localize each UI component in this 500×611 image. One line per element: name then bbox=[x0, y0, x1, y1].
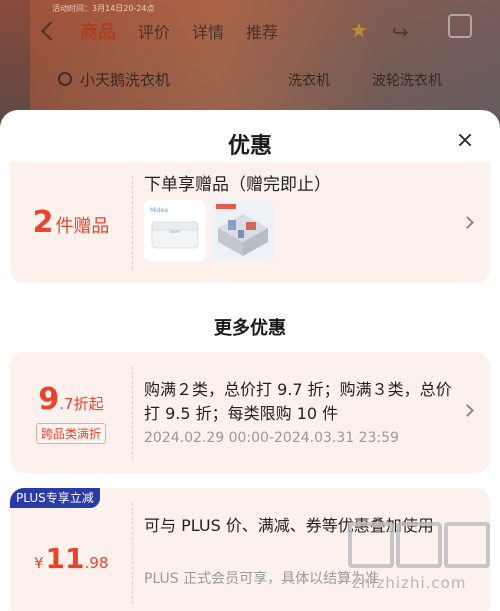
discount-time-range: 2024.02.29 00:00-2024.03.31 23:59 bbox=[144, 430, 399, 446]
tab-reviews[interactable]: 评价 bbox=[138, 19, 170, 43]
chevron-right-icon[interactable] bbox=[461, 404, 474, 417]
chevron-right-icon[interactable] bbox=[461, 216, 474, 229]
watermark-text: zhizhizhi.com bbox=[352, 574, 467, 592]
search-icon bbox=[58, 72, 72, 86]
tab-product[interactable]: 商品 bbox=[80, 18, 116, 44]
gift-count-suffix: 件赠品 bbox=[55, 216, 110, 237]
share-icon[interactable]: ↪ bbox=[392, 20, 409, 44]
sheet-title: 优惠 bbox=[227, 134, 272, 159]
watermark-glyph bbox=[444, 522, 490, 568]
card-divider bbox=[132, 366, 133, 459]
card-divider bbox=[132, 176, 133, 269]
svg-text:Midea: Midea bbox=[150, 207, 168, 214]
plus-badge: PLUS专享立减 bbox=[10, 488, 100, 508]
plus-note: PLUS 正式会员可享，具体以结算为准 bbox=[144, 571, 380, 587]
plus-price-decimal: .98 bbox=[84, 554, 109, 572]
watermark-glyph bbox=[396, 522, 442, 568]
chip-washer[interactable]: 洗衣机 bbox=[288, 70, 330, 90]
close-icon[interactable] bbox=[454, 130, 476, 152]
currency-symbol: ¥ bbox=[34, 554, 44, 572]
watermark-glyph bbox=[348, 522, 394, 568]
chip-top-load-washer[interactable]: 波轮洗衣机 bbox=[372, 70, 442, 90]
discount-promo-card[interactable]: 9 .7折起 跨品类满折 购满２类，总价打 9.7 折；购满３类，总价打 9.5… bbox=[10, 352, 490, 473]
discount-value-area: 9 .7折起 跨品类满折 bbox=[10, 352, 132, 473]
gift-title: 下单享赠品（赠完即止） bbox=[144, 175, 331, 195]
tab-recommend[interactable]: 推荐 bbox=[246, 19, 278, 43]
plus-price: ¥ 11 .98 bbox=[34, 542, 108, 575]
gift-count-number: 2 bbox=[32, 205, 54, 240]
watermark-logo: zhizhizhi.com bbox=[348, 522, 498, 611]
discount-description: 购满２类，总价打 9.7 折；购满３类，总价打 9.5 折；每类限购 10 件 bbox=[144, 380, 452, 423]
card-divider bbox=[132, 502, 133, 604]
back-arrow-icon[interactable] bbox=[41, 21, 61, 41]
cart-icon[interactable] bbox=[448, 14, 472, 38]
plus-price-number: 11 bbox=[45, 542, 85, 575]
discount-value-suffix: .7折起 bbox=[59, 394, 104, 413]
tab-details[interactable]: 详情 bbox=[192, 19, 224, 43]
activity-time-text: 活动时间：3月14日20-24点 bbox=[52, 4, 155, 13]
gift-promo-card[interactable]: 2 件赠品 下单享赠品（赠完即止） Midea bbox=[10, 162, 490, 283]
favorite-star-icon[interactable]: ★ bbox=[350, 18, 368, 42]
gift-thumbnail-room[interactable] bbox=[212, 200, 274, 262]
discount-tag: 跨品类满折 bbox=[35, 422, 106, 444]
top-nav: 商品 评价 详情 推荐 bbox=[0, 14, 500, 48]
discount-value-number: 9 bbox=[38, 381, 60, 417]
search-text: 小天鹅洗衣机 bbox=[80, 70, 171, 89]
gift-count-area: 2 件赠品 bbox=[10, 162, 132, 283]
gift-thumbnail-storage-box[interactable]: Midea bbox=[144, 200, 206, 262]
more-promotions-heading: 更多优惠 bbox=[214, 318, 286, 339]
